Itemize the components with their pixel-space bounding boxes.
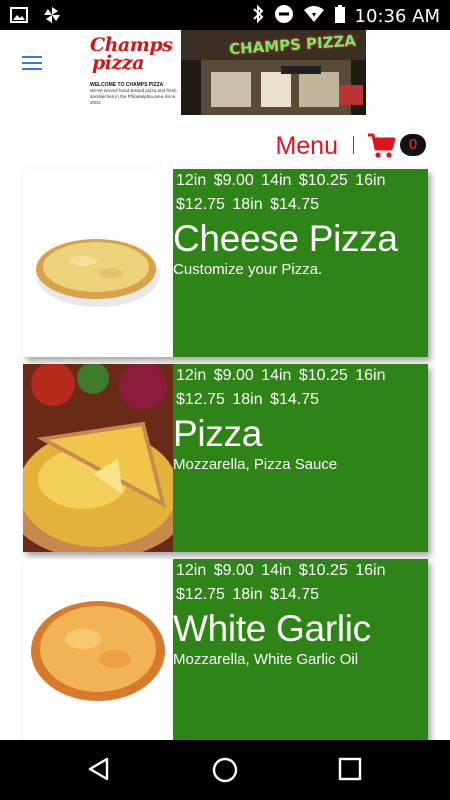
item-description: Mozzarella, Pizza Sauce [173, 456, 338, 473]
menu-bar: Menu 0 [0, 128, 450, 164]
menu-item-white-garlic[interactable]: 12in $9.00 14in $10.25 16in $12.75 18in … [23, 559, 428, 740]
item-name: Pizza [173, 413, 262, 454]
logo-line2: pizza [92, 52, 144, 74]
status-bar: 10:36 AM [0, 0, 450, 30]
wifi-icon [303, 5, 325, 28]
item-prices: 12in $9.00 14in $10.25 16in $12.75 18in … [176, 367, 386, 408]
hamburger-menu-icon[interactable] [22, 56, 42, 70]
item-details: 12in $9.00 14in $10.25 16in $12.75 18in … [173, 559, 428, 740]
item-details: 12in $9.00 14in $10.25 16in $12.75 18in … [173, 169, 428, 357]
pizza-image [23, 364, 173, 552]
menu-divider [353, 136, 354, 154]
item-description: Mozzarella, White Garlic Oil [173, 651, 359, 668]
item-prices: 12in $9.00 14in $10.25 16in $12.75 18in … [176, 172, 386, 213]
cart-count-badge: 0 [400, 134, 426, 156]
back-icon[interactable] [86, 756, 112, 787]
welcome-text: We've served hand-tossed pizza and fresh… [90, 88, 177, 105]
item-prices: 12in $9.00 14in $10.25 16in $12.75 18in … [176, 562, 386, 603]
white-garlic-pizza-image [23, 559, 173, 740]
menu-item-cheese-pizza[interactable]: 12in $9.00 14in $10.25 16in $12.75 18in … [23, 169, 428, 357]
storefront-photo: CHAMPS PIZZA [181, 30, 366, 115]
battery-icon [334, 4, 346, 29]
item-name: White Garlic [173, 608, 371, 649]
item-name: Cheese Pizza [173, 218, 398, 259]
image-icon [10, 6, 28, 29]
cart-icon[interactable] [367, 133, 396, 164]
system-nav-bar [0, 740, 450, 800]
status-time: 10:36 AM [354, 6, 440, 27]
home-icon[interactable] [211, 756, 239, 789]
app-header: Champs pizza WELCOME TO CHAMPS PIZZA We'… [0, 30, 450, 120]
item-details: 12in $9.00 14in $10.25 16in $12.75 18in … [173, 364, 428, 552]
cheese-pizza-image [23, 169, 173, 357]
menu-item-pizza[interactable]: 12in $9.00 14in $10.25 16in $12.75 18in … [23, 364, 428, 552]
do-not-disturb-icon [274, 4, 294, 29]
item-description: Customize your Pizza. [173, 261, 323, 278]
bluetooth-icon [251, 4, 265, 29]
logo: Champs pizza WELCOME TO CHAMPS PIZZA We'… [90, 36, 180, 116]
welcome-blurb: WELCOME TO CHAMPS PIZZA We've served han… [90, 82, 180, 106]
menu-link[interactable]: Menu [275, 132, 338, 161]
recents-icon[interactable] [338, 756, 362, 787]
pinwheel-icon [42, 5, 62, 30]
